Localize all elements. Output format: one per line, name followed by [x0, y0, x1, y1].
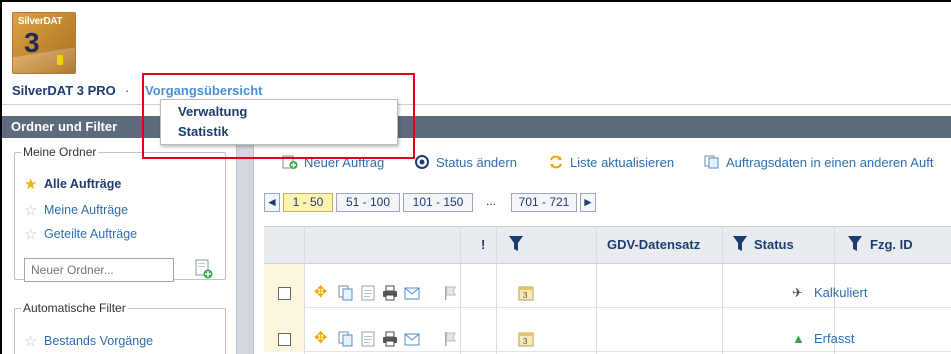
- auto-filters-legend: Automatische Filter: [21, 301, 128, 315]
- breadcrumb: SilverDAT 3 PRO · Vorgangsübersicht: [2, 80, 951, 105]
- filter-label: Bestands Vorgänge: [44, 334, 154, 348]
- logo-text: SilverDAT: [18, 16, 63, 27]
- copy-icon[interactable]: [338, 331, 354, 347]
- refresh-icon: [550, 155, 562, 169]
- new-folder-input[interactable]: [24, 258, 174, 282]
- move-icon[interactable]: ✥: [314, 285, 330, 301]
- refresh-list-label: Liste aktualisieren: [570, 155, 675, 170]
- silverdat-logo[interactable]: SilverDAT 3: [12, 12, 76, 74]
- status-label: Erfasst: [814, 331, 855, 346]
- calculated-status-icon: ✈: [792, 285, 803, 300]
- logo-graphic: [13, 47, 75, 73]
- copy-icon: [704, 155, 719, 169]
- column-header-status[interactable]: Status: [754, 237, 794, 252]
- my-folders-legend: Meine Ordner: [21, 145, 99, 159]
- star-outline-icon: ☆: [24, 202, 38, 219]
- filter-icon[interactable]: [847, 235, 863, 253]
- column-header-flag[interactable]: !: [481, 237, 485, 252]
- star-outline-icon: ☆: [24, 226, 38, 243]
- folder-all-orders[interactable]: ★ Alle Aufträge: [24, 175, 121, 193]
- change-status-button[interactable]: Status ändern: [414, 155, 517, 170]
- flag-icon[interactable]: [442, 285, 458, 301]
- filter-icon[interactable]: [732, 235, 748, 253]
- mail-icon[interactable]: [404, 285, 420, 301]
- pagination-ellipsis: ...: [486, 194, 497, 208]
- star-icon: ★: [24, 176, 38, 193]
- logo-accent: [57, 55, 63, 65]
- copy-icon[interactable]: [338, 285, 354, 301]
- svg-text:3: 3: [523, 337, 528, 346]
- next-page-button[interactable]: ►: [580, 193, 596, 212]
- logo-number: 3: [24, 27, 40, 58]
- flag-icon[interactable]: [442, 331, 458, 347]
- app-window: SilverDAT 3 SilverDAT 3 PRO · Vorgangsüb…: [0, 0, 951, 354]
- column-header-vehicle-id[interactable]: Fzg. ID: [870, 237, 913, 252]
- page-51-100[interactable]: 51 - 100: [336, 193, 400, 212]
- new-document-icon: [282, 155, 298, 169]
- panel-title: Ordner und Filter: [11, 119, 118, 134]
- move-icon[interactable]: ✥: [314, 331, 330, 347]
- panel-splitter[interactable]: [236, 138, 254, 354]
- page-101-150[interactable]: 101 - 150: [403, 193, 473, 212]
- folder-label: Meine Aufträge: [44, 203, 129, 217]
- new-order-button[interactable]: Neuer Auftrag: [282, 155, 384, 170]
- panel-header-bar: [2, 116, 951, 138]
- row-select-cell: [264, 264, 304, 308]
- mail-icon[interactable]: [404, 331, 420, 347]
- row-checkbox[interactable]: [278, 287, 291, 300]
- filter-icon[interactable]: [508, 235, 524, 253]
- copy-order-data-label: Auftragsdaten in einen anderen Auft: [726, 155, 934, 170]
- app-header: SilverDAT 3: [2, 2, 951, 80]
- document-icon[interactable]: [360, 331, 376, 347]
- captured-status-icon: ▲: [792, 331, 805, 346]
- breadcrumb-current-page[interactable]: Vorgangsübersicht: [145, 83, 263, 98]
- row-checkbox[interactable]: [278, 333, 291, 346]
- print-icon[interactable]: [382, 285, 398, 301]
- status-label: Kalkuliert: [814, 285, 868, 300]
- navigation-dropdown-menu: Verwaltung Statistik: [160, 99, 398, 145]
- add-folder-icon[interactable]: [195, 259, 213, 279]
- page-1-50[interactable]: 1 - 50: [283, 193, 333, 212]
- column-header-gdv[interactable]: GDV-Datensatz: [607, 237, 700, 252]
- menu-item-verwaltung[interactable]: Verwaltung: [178, 104, 247, 119]
- calendar-icon[interactable]: 3: [518, 285, 534, 301]
- filter-existing-cases[interactable]: ☆ Bestands Vorgänge: [24, 332, 153, 350]
- svg-text:3: 3: [523, 291, 528, 300]
- status-icon: [415, 155, 429, 169]
- menu-item-statistik[interactable]: Statistik: [178, 124, 229, 139]
- page-701-721[interactable]: 701 - 721: [511, 193, 577, 212]
- new-order-label: Neuer Auftrag: [304, 155, 385, 170]
- folder-label: Alle Aufträge: [44, 177, 122, 191]
- status-cell[interactable]: ▲ Erfasst: [792, 331, 854, 346]
- copy-order-data-button[interactable]: Auftragsdaten in einen anderen Auft: [704, 155, 933, 170]
- folder-my-orders[interactable]: ☆ Meine Aufträge: [24, 201, 128, 219]
- prev-page-button[interactable]: ◄: [264, 193, 280, 212]
- document-icon[interactable]: [360, 285, 376, 301]
- breadcrumb-app-name[interactable]: SilverDAT 3 PRO: [12, 83, 116, 98]
- star-outline-icon: ☆: [24, 333, 38, 350]
- refresh-list-button[interactable]: Liste aktualisieren: [548, 155, 674, 170]
- folder-shared-orders[interactable]: ☆ Geteilte Aufträge: [24, 225, 137, 243]
- change-status-label: Status ändern: [436, 155, 517, 170]
- print-icon[interactable]: [382, 331, 398, 347]
- folder-label: Geteilte Aufträge: [44, 227, 138, 241]
- status-cell[interactable]: ✈ Kalkuliert: [792, 285, 867, 301]
- calendar-icon[interactable]: 3: [518, 331, 534, 347]
- breadcrumb-separator: ·: [125, 83, 130, 98]
